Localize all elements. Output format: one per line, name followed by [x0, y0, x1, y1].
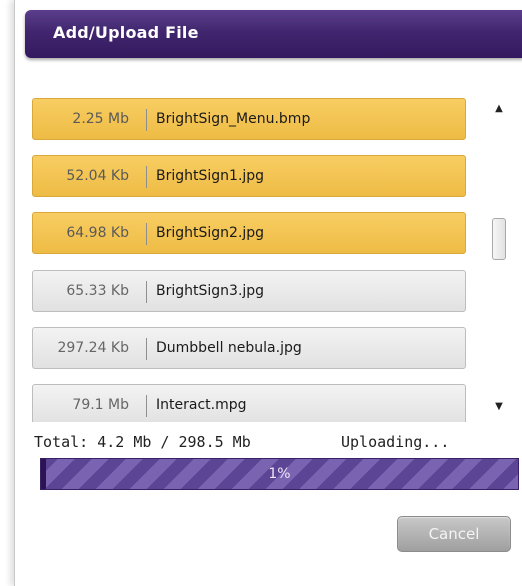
scroll-down-icon[interactable]: ▼ — [490, 398, 508, 416]
file-row[interactable]: 52.04 Kb BrightSign1.jpg — [32, 155, 466, 197]
dialog-title-bar: Add/Upload File — [25, 10, 522, 58]
file-name: BrightSign2.jpg — [156, 225, 265, 241]
file-name: BrightSign1.jpg — [156, 168, 265, 184]
column-divider — [146, 338, 147, 360]
file-row[interactable]: 297.24 Kb Dumbbell nebula.jpg — [32, 327, 466, 369]
scroll-thumb[interactable] — [492, 218, 506, 260]
file-size: 65.33 Kb — [66, 283, 129, 299]
cancel-button[interactable]: Cancel — [397, 516, 511, 552]
file-row[interactable]: 64.98 Kb BrightSign2.jpg — [32, 212, 466, 254]
file-size: 2.25 Mb — [72, 111, 129, 127]
file-row[interactable]: 65.33 Kb BrightSign3.jpg — [32, 270, 466, 312]
file-size: 52.04 Kb — [66, 168, 129, 184]
upload-total: Total: 4.2 Mb / 298.5 Mb — [34, 433, 251, 451]
dialog-title: Add/Upload File — [53, 23, 199, 42]
file-row[interactable]: 79.1 Mb Interact.mpg — [32, 384, 466, 422]
file-name: BrightSign_Menu.bmp — [156, 111, 311, 127]
column-divider — [146, 109, 147, 131]
column-divider — [146, 395, 147, 417]
file-name: Interact.mpg — [156, 397, 247, 413]
column-divider — [146, 281, 147, 303]
column-divider — [146, 166, 147, 188]
progress-label: 1% — [268, 466, 291, 482]
scroll-up-icon[interactable]: ▲ — [490, 100, 508, 118]
file-list-scrollbar[interactable]: ▲ ▼ — [490, 96, 508, 420]
file-size: 297.24 Kb — [57, 340, 129, 356]
file-list: 2.25 Mb BrightSign_Menu.bmp 52.04 Kb Bri… — [32, 98, 472, 422]
file-row[interactable]: 2.25 Mb BrightSign_Menu.bmp — [32, 98, 466, 140]
column-divider — [146, 223, 147, 245]
upload-progress-bar: 1% — [40, 458, 519, 490]
file-size: 79.1 Mb — [72, 397, 129, 413]
file-name: Dumbbell nebula.jpg — [156, 340, 302, 356]
upload-status: Uploading... — [341, 433, 450, 451]
file-name: BrightSign3.jpg — [156, 283, 265, 299]
file-size: 64.98 Kb — [66, 225, 129, 241]
